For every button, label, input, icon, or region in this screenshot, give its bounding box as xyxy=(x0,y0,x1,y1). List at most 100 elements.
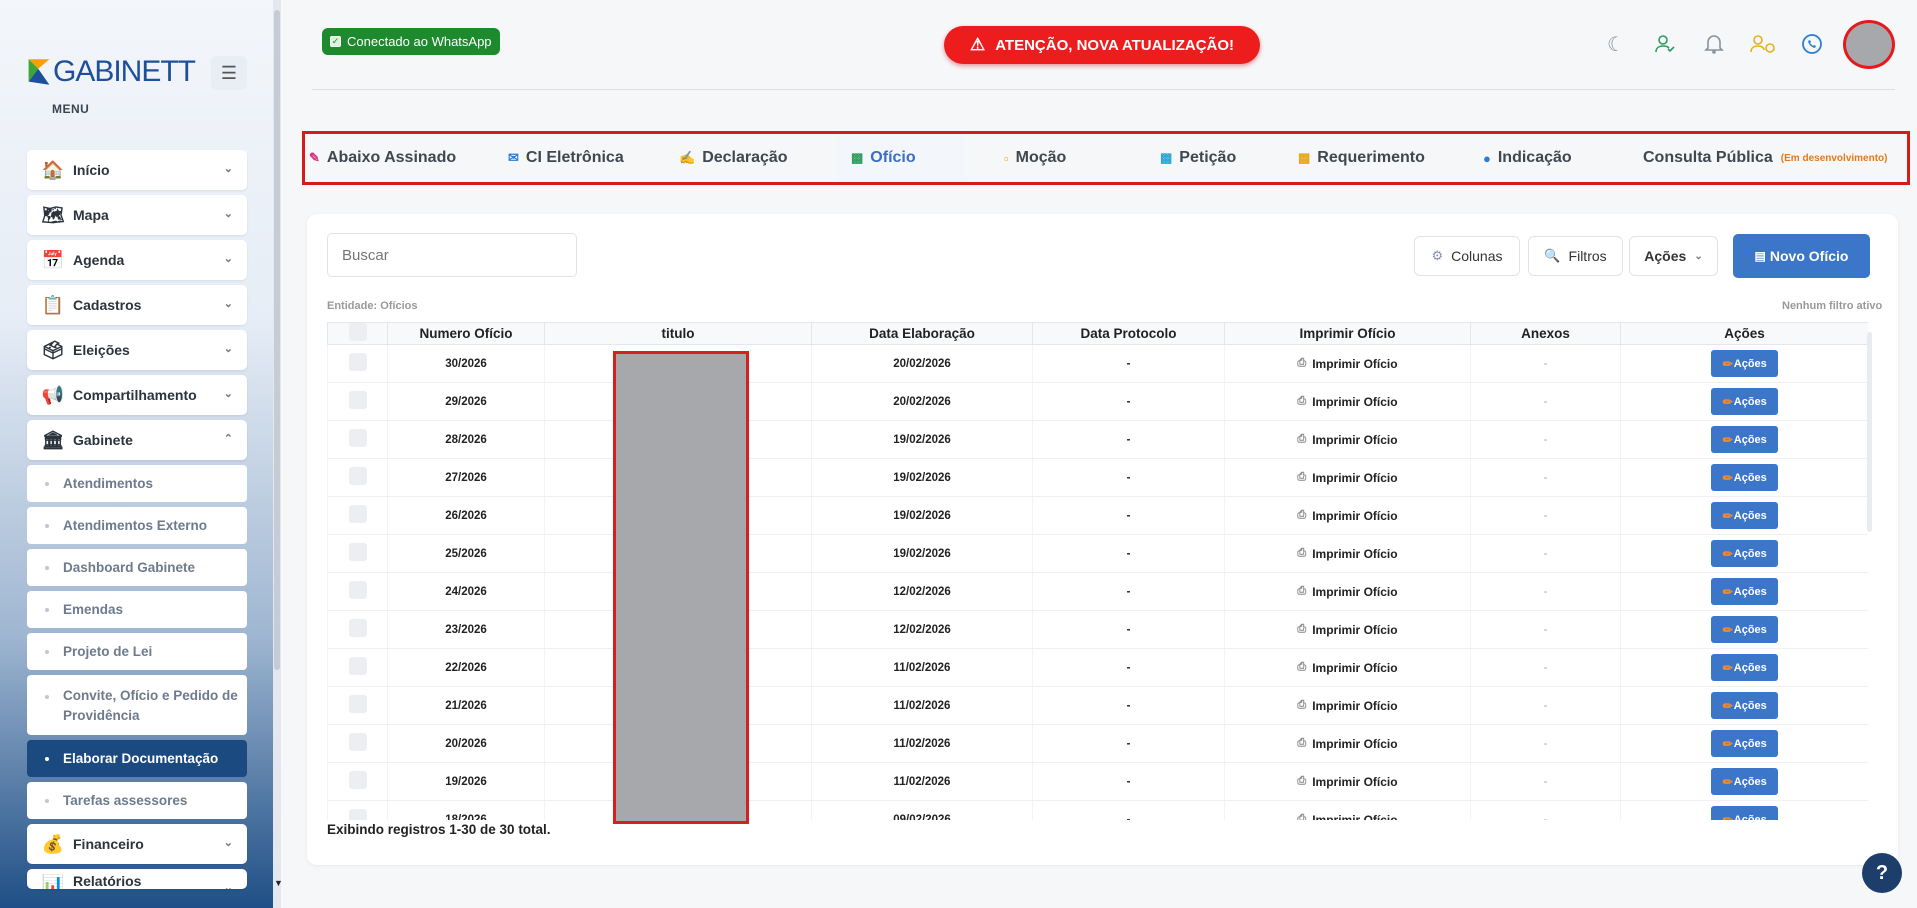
print-oficio-link[interactable]: ⎙ Imprimir Ofício xyxy=(1297,737,1397,751)
row-checkbox[interactable] xyxy=(348,505,367,523)
table-scrollbar[interactable] xyxy=(1867,332,1872,532)
row-actions-button[interactable]: ✏ Ações xyxy=(1711,388,1779,415)
table-row[interactable]: 27/2026 19/02/2026- ⎙ Imprimir Ofício - ✏ Açõe… xyxy=(327,458,1868,497)
header-titulo[interactable]: titulo xyxy=(544,322,812,345)
print-oficio-link[interactable]: ⎙ Imprimir Ofício xyxy=(1297,357,1397,371)
table-row[interactable]: 20/2026 11/02/2026- ⎙ Imprimir Ofício - ✏ Açõe… xyxy=(327,724,1868,763)
row-checkbox[interactable] xyxy=(348,429,367,447)
header-acoes[interactable]: Ações xyxy=(1620,322,1868,345)
tab-ci-eletronica[interactable]: ✉ CI Eletrônica xyxy=(508,134,624,182)
print-oficio-link[interactable]: ⎙ Imprimir Ofício xyxy=(1297,775,1397,789)
print-oficio-link[interactable]: ⎙ Imprimir Ofício xyxy=(1297,471,1397,485)
row-actions-button[interactable]: ✏ Ações xyxy=(1711,654,1779,681)
tab-oficio[interactable]: ▩ Ofício xyxy=(835,134,966,182)
sidebar-subitem-projeto-de-lei[interactable]: Projeto de Lei xyxy=(27,633,247,670)
print-oficio-link[interactable]: ⎙ Imprimir Ofício xyxy=(1297,699,1397,713)
tab-abaixo-assinado[interactable]: ✎ Abaixo Assinado xyxy=(309,134,456,182)
select-all-checkbox[interactable] xyxy=(348,323,367,341)
print-oficio-link[interactable]: ⎙ Imprimir Ofício xyxy=(1297,623,1397,637)
row-actions-button[interactable]: ✏ Ações xyxy=(1711,502,1779,529)
whatsapp-icon[interactable] xyxy=(1796,28,1828,60)
help-button[interactable]: ? xyxy=(1862,853,1902,893)
bell-icon[interactable] xyxy=(1698,28,1730,60)
row-checkbox[interactable] xyxy=(348,543,367,561)
user-coins-icon[interactable] xyxy=(1747,28,1779,60)
row-actions-button[interactable]: ✏ Ações xyxy=(1711,350,1779,377)
row-actions-button[interactable]: ✏ Ações xyxy=(1711,768,1779,795)
sidebar-item-eleicoes[interactable]: 🗳 Eleições ⌄ xyxy=(27,330,247,370)
row-checkbox[interactable] xyxy=(348,771,367,789)
print-oficio-link[interactable]: ⎙ Imprimir Ofício xyxy=(1297,585,1397,599)
table-row[interactable]: 21/2026 11/02/2026- ⎙ Imprimir Ofício - ✏ Açõe… xyxy=(327,686,1868,725)
row-actions-button[interactable]: ✏ Ações xyxy=(1711,464,1779,491)
search-input[interactable] xyxy=(327,233,577,277)
table-row[interactable]: 24/2026 12/02/2026- ⎙ Imprimir Ofício - ✏ Açõe… xyxy=(327,572,1868,611)
print-oficio-link[interactable]: ⎙ Imprimir Ofício xyxy=(1297,509,1397,523)
print-oficio-link[interactable]: ⎙ Imprimir Ofício xyxy=(1297,395,1397,409)
row-checkbox[interactable] xyxy=(348,695,367,713)
sidebar-scrollbar[interactable]: ▼ xyxy=(273,0,283,908)
header-anexos[interactable]: Anexos xyxy=(1470,322,1621,345)
print-oficio-link[interactable]: ⎙ Imprimir Ofício xyxy=(1297,547,1397,561)
row-actions-button[interactable]: ✏ Ações xyxy=(1711,540,1779,567)
print-oficio-link[interactable]: ⎙ Imprimir Ofício xyxy=(1297,661,1397,675)
print-oficio-link[interactable]: ⎙ Imprimir Ofício xyxy=(1297,433,1397,447)
sidebar-item-agenda[interactable]: 📅 Agenda ⌄ xyxy=(27,240,247,280)
table-row[interactable]: 30/2026 20/02/2026- ⎙ Imprimir Ofício - ✏ Açõe… xyxy=(327,344,1868,383)
table-row[interactable]: 18/2026 09/02/2026- ⎙ Imprimir Ofício - ✏ Açõe… xyxy=(327,800,1868,821)
header-numero[interactable]: Numero Ofício xyxy=(387,322,545,345)
update-alert-button[interactable]: ⚠ ATENÇÃO, NOVA ATUALIZAÇÃO! xyxy=(944,26,1260,64)
tab-peticao[interactable]: ▩ Petição xyxy=(1160,134,1236,182)
sidebar-item-mapa[interactable]: 🗺 Mapa ⌄ xyxy=(27,195,247,235)
sidebar-item-compartilhamento[interactable]: 📢 Compartilhamento ⌄ xyxy=(27,375,247,415)
sidebar-item-financeiro[interactable]: 💰 Financeiro ⌄ xyxy=(27,824,247,864)
sidebar-subitem-tarefas-assessores[interactable]: Tarefas assessores xyxy=(27,782,247,819)
tab-indicacao[interactable]: ● Indicação xyxy=(1483,134,1572,182)
row-actions-button[interactable]: ✏ Ações xyxy=(1711,806,1779,820)
new-oficio-button[interactable]: ▤ Novo Ofício xyxy=(1733,234,1870,278)
sidebar-subitem-atendimentos-externo[interactable]: Atendimentos Externo xyxy=(27,507,247,544)
row-actions-button[interactable]: ✏ Ações xyxy=(1711,616,1779,643)
sidebar-item-cadastros[interactable]: 📋 Cadastros ⌄ xyxy=(27,285,247,325)
user-check-icon[interactable] xyxy=(1649,28,1681,60)
scrollbar-thumb[interactable] xyxy=(274,10,280,670)
actions-dropdown[interactable]: Ações ⌄ xyxy=(1629,236,1718,276)
row-actions-button[interactable]: ✏ Ações xyxy=(1711,692,1779,719)
sidebar-subitem-atendimentos[interactable]: Atendimentos xyxy=(27,465,247,502)
table-row[interactable]: 28/2026 19/02/2026- ⎙ Imprimir Ofício - ✏ Açõe… xyxy=(327,420,1868,459)
table-row[interactable]: 19/2026 11/02/2026- ⎙ Imprimir Ofício - ✏ Açõe… xyxy=(327,762,1868,801)
tab-mocao[interactable]: ▫ Moção xyxy=(1004,134,1066,182)
menu-toggle-button[interactable]: ☰ xyxy=(211,56,247,90)
row-actions-button[interactable]: ✏ Ações xyxy=(1711,578,1779,605)
row-checkbox[interactable] xyxy=(348,733,367,751)
row-checkbox[interactable] xyxy=(348,467,367,485)
row-actions-button[interactable]: ✏ Ações xyxy=(1711,730,1779,757)
scroll-down-arrow-icon[interactable]: ▼ xyxy=(274,878,283,888)
table-row[interactable]: 25/2026 19/02/2026- ⎙ Imprimir Ofício - ✏ Açõe… xyxy=(327,534,1868,573)
row-actions-button[interactable]: ✏ Ações xyxy=(1711,426,1779,453)
sidebar-subitem-emendas[interactable]: Emendas xyxy=(27,591,247,628)
row-checkbox[interactable] xyxy=(348,581,367,599)
print-oficio-link[interactable]: ⎙ Imprimir Ofício xyxy=(1297,813,1397,821)
row-checkbox[interactable] xyxy=(348,809,367,820)
columns-button[interactable]: ⚙ Colunas xyxy=(1414,236,1520,276)
table-row[interactable]: 22/2026 11/02/2026- ⎙ Imprimir Ofício - ✏ Açõe… xyxy=(327,648,1868,687)
sidebar-subitem-elaborar-documentacao[interactable]: Elaborar Documentação xyxy=(27,740,247,777)
user-avatar[interactable] xyxy=(1843,20,1895,69)
row-checkbox[interactable] xyxy=(348,391,367,409)
table-row[interactable]: 26/2026 19/02/2026- ⎙ Imprimir Ofício - ✏ Açõe… xyxy=(327,496,1868,535)
table-row[interactable]: 23/2026 12/02/2026- ⎙ Imprimir Ofício - ✏ Açõe… xyxy=(327,610,1868,649)
tab-consulta-publica[interactable]: Consulta Pública (Em desenvolvimento) xyxy=(1643,134,1888,182)
tab-requerimento[interactable]: ▩ Requerimento xyxy=(1298,134,1425,182)
row-checkbox[interactable] xyxy=(348,657,367,675)
table-row[interactable]: 29/2026 20/02/2026- ⎙ Imprimir Ofício - ✏ Açõe… xyxy=(327,382,1868,421)
sidebar-subitem-convite-oficio[interactable]: Convite, Ofício e Pedido de Providência xyxy=(27,675,247,735)
dark-mode-icon[interactable]: ☾ xyxy=(1600,28,1632,60)
header-data-elaboracao[interactable]: Data Elaboração xyxy=(811,322,1033,345)
header-imprimir[interactable]: Imprimir Ofício xyxy=(1224,322,1471,345)
sidebar-item-gabinete[interactable]: 🏛 Gabinete ⌃ xyxy=(27,420,247,460)
filters-button[interactable]: 🔍 Filtros xyxy=(1528,236,1623,276)
row-checkbox[interactable] xyxy=(348,619,367,637)
header-data-protocolo[interactable]: Data Protocolo xyxy=(1032,322,1225,345)
sidebar-subitem-dashboard-gabinete[interactable]: Dashboard Gabinete xyxy=(27,549,247,586)
